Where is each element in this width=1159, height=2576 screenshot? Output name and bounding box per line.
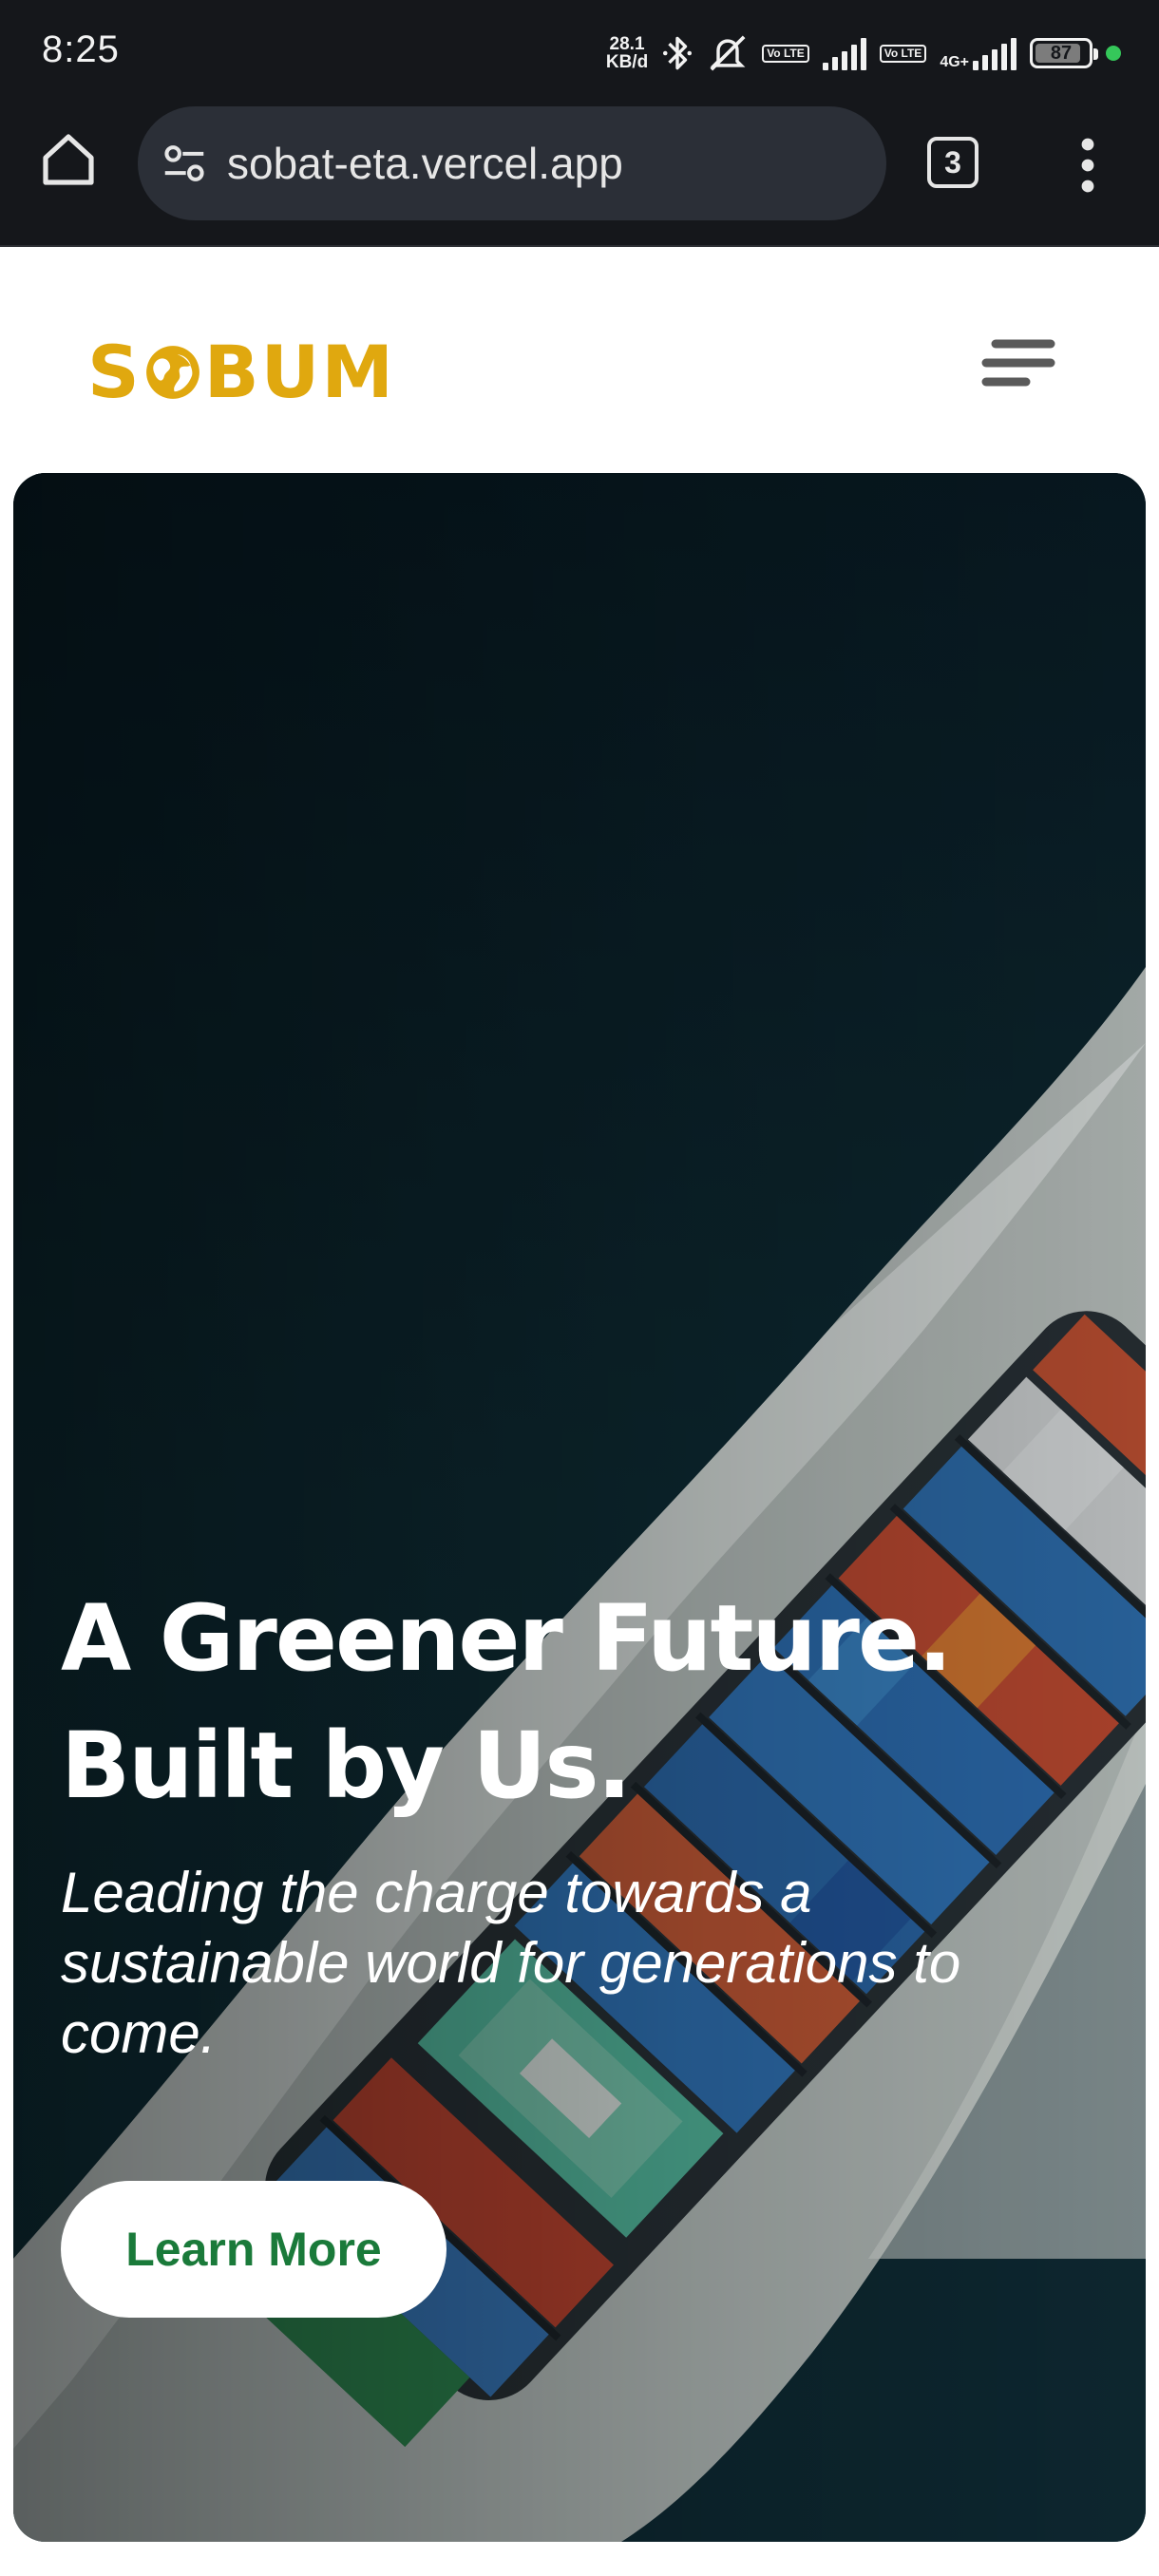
url-text[interactable]: sobat-eta.vercel.app (227, 138, 623, 189)
learn-more-button[interactable]: Learn More (61, 2181, 446, 2318)
network-speed: 28.1 KB/d (606, 35, 648, 71)
battery-icon: 87 (1030, 38, 1098, 68)
hero-title-line2: Built by Us. (61, 1713, 632, 1819)
status-time: 8:25 (42, 28, 120, 70)
hero-content: A Greener Future. Built by Us. Leading t… (61, 1575, 1106, 2069)
4g-signal-icon: 4G+ (940, 36, 1016, 70)
signal-bars-2 (973, 36, 1016, 70)
volte-icon: Vo LTE (762, 44, 809, 63)
home-icon[interactable] (38, 129, 99, 190)
hero-title-line1: A Greener Future. (61, 1585, 953, 1692)
browser-toolbar: sobat-eta.vercel.app 3 (0, 104, 1159, 247)
network-speed-value: 28.1 (609, 34, 645, 54)
signal-icon (822, 36, 866, 70)
status-icons: 28.1 KB/d Vo LTE Vo LTE 4G+ 87 (606, 27, 1121, 80)
hamburger-icon[interactable] (980, 336, 1056, 393)
site-info-icon[interactable] (159, 138, 210, 189)
bluetooth-icon (663, 36, 693, 70)
mute-icon (710, 35, 746, 71)
logo-text-right: BUM (203, 330, 396, 414)
volte-icon-2: Vo LTE (879, 44, 927, 63)
address-bar[interactable]: sobat-eta.vercel.app (138, 106, 886, 220)
globe-icon (145, 346, 200, 399)
logo[interactable]: S BUM (87, 334, 395, 410)
status-bar: 8:25 28.1 KB/d Vo LTE Vo LTE 4G+ 87 (0, 0, 1159, 104)
more-vert-icon[interactable] (1074, 135, 1102, 196)
site-header: S BUM (0, 247, 1159, 471)
hero-section: A Greener Future. Built by Us. Leading t… (13, 473, 1146, 2542)
battery-level: 87 (1050, 42, 1073, 64)
active-dot-icon (1106, 46, 1121, 61)
tabs-button[interactable]: 3 (927, 137, 978, 188)
hero-subtitle: Leading the charge towards a sustainable… (61, 1861, 961, 2065)
network-type: 4G+ (940, 54, 969, 70)
hero-title: A Greener Future. Built by Us. (61, 1575, 1106, 1829)
logo-text-left: S (87, 330, 142, 414)
network-speed-unit: KB/d (605, 52, 649, 72)
